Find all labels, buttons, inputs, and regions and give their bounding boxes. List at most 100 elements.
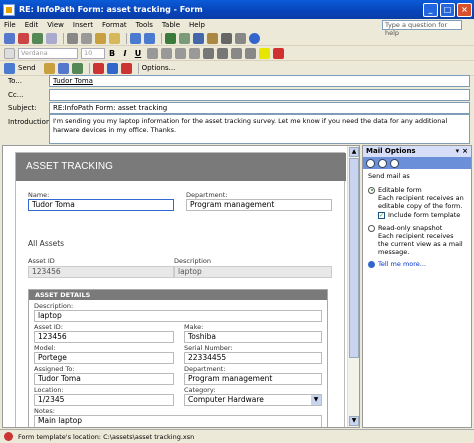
to-field[interactable]: Tudor Toma bbox=[49, 75, 470, 87]
assetid-field[interactable]: 123456 bbox=[34, 331, 174, 343]
location-field[interactable]: 1/2345 bbox=[34, 394, 174, 406]
category-select[interactable]: Computer Hardware ▼ bbox=[184, 394, 322, 406]
pane-title: Mail Options bbox=[366, 147, 416, 155]
back-icon[interactable] bbox=[366, 158, 375, 168]
cc-field[interactable] bbox=[49, 89, 470, 101]
scroll-up-icon[interactable]: ▲ bbox=[349, 147, 359, 157]
insert-table-icon[interactable] bbox=[165, 32, 176, 44]
category-value: Computer Hardware bbox=[188, 395, 264, 404]
attach-icon[interactable] bbox=[43, 62, 55, 74]
increase-indent-icon[interactable] bbox=[245, 47, 256, 59]
options-button[interactable]: Options... bbox=[142, 64, 176, 72]
font-color-icon[interactable] bbox=[273, 47, 284, 59]
maximize-button[interactable]: □ bbox=[440, 2, 455, 17]
asset-details-section: ASSET DETAILS Description: laptop Asset … bbox=[28, 289, 328, 427]
align-left-icon[interactable] bbox=[147, 47, 158, 59]
importance-high-icon[interactable] bbox=[92, 62, 104, 74]
menu-help[interactable]: Help bbox=[189, 21, 205, 29]
task-pane-icon[interactable] bbox=[221, 32, 232, 44]
cut-icon[interactable] bbox=[67, 32, 78, 44]
help-icon[interactable] bbox=[249, 32, 260, 44]
row-asset-id[interactable]: 123456 bbox=[28, 266, 174, 278]
editable-form-option[interactable]: Editable form bbox=[368, 186, 466, 194]
format-painter-icon[interactable] bbox=[109, 32, 120, 44]
bold-button[interactable]: B bbox=[108, 49, 116, 58]
model-field[interactable]: Portege bbox=[34, 352, 174, 364]
tell-more-link[interactable]: Tell me more... bbox=[378, 260, 426, 268]
menu-view[interactable]: View bbox=[47, 21, 64, 29]
menu-table[interactable]: Table bbox=[162, 21, 180, 29]
send-icon[interactable] bbox=[4, 62, 15, 74]
style-icon[interactable] bbox=[4, 47, 15, 59]
save-icon[interactable] bbox=[4, 32, 15, 44]
dept2-field[interactable]: Program management bbox=[184, 373, 322, 385]
insert-picture-icon[interactable] bbox=[179, 32, 190, 44]
menu-insert[interactable]: Insert bbox=[73, 21, 93, 29]
underline-button[interactable]: U bbox=[134, 49, 142, 58]
close-button[interactable]: × bbox=[457, 2, 472, 17]
scroll-down-icon[interactable]: ▼ bbox=[349, 416, 359, 426]
menu-edit[interactable]: Edit bbox=[25, 21, 39, 29]
pane-nav bbox=[363, 157, 471, 169]
introduction-field[interactable]: I'm sending you my laptop information fo… bbox=[49, 114, 470, 144]
cc-button[interactable]: Cc... bbox=[0, 91, 50, 99]
vertical-scrollbar[interactable]: ▲ ▼ bbox=[347, 146, 359, 427]
redo-icon[interactable] bbox=[144, 32, 155, 44]
font-select[interactable]: Verdana bbox=[18, 47, 78, 59]
numbering-icon[interactable] bbox=[203, 47, 214, 59]
notes-field[interactable]: Main laptop bbox=[34, 415, 322, 427]
introduction-label: Introduction: bbox=[8, 118, 53, 126]
pane-close-icon[interactable]: × bbox=[462, 146, 468, 157]
tell-more-row: Tell me more... bbox=[368, 260, 466, 268]
check-names-icon[interactable] bbox=[71, 62, 83, 74]
serial-field[interactable]: 22334455 bbox=[184, 352, 322, 364]
font-size-select[interactable]: 10 bbox=[81, 47, 105, 59]
minimize-button[interactable]: _ bbox=[423, 2, 438, 17]
find-icon[interactable] bbox=[235, 32, 246, 44]
to-recipient[interactable]: Tudor Toma bbox=[53, 77, 93, 85]
scroll-thumb[interactable] bbox=[349, 158, 359, 358]
forward-icon[interactable] bbox=[378, 158, 387, 168]
align-center-icon[interactable] bbox=[161, 47, 172, 59]
importance-low-icon[interactable] bbox=[106, 62, 118, 74]
help-search-input[interactable]: Type a question for help bbox=[382, 20, 462, 37]
align-right-icon[interactable] bbox=[175, 47, 186, 59]
send-button[interactable]: Send bbox=[18, 64, 36, 72]
form-page: ASSET TRACKING Name: Tudor Toma Departme… bbox=[15, 152, 346, 427]
flag-icon[interactable] bbox=[120, 62, 132, 74]
editable-radio[interactable] bbox=[368, 186, 375, 194]
include-template-checkbox[interactable]: ✓ bbox=[378, 211, 385, 219]
readonly-radio[interactable] bbox=[368, 224, 375, 232]
paste-icon[interactable] bbox=[95, 32, 106, 44]
print-icon[interactable] bbox=[32, 32, 43, 44]
department-field[interactable]: Program management bbox=[186, 199, 332, 211]
menu-file[interactable]: File bbox=[4, 21, 16, 29]
menu-format[interactable]: Format bbox=[102, 21, 127, 29]
menu-tools[interactable]: Tools bbox=[136, 21, 153, 29]
chevron-down-icon[interactable]: ▼ bbox=[311, 395, 321, 405]
all-assets-heading: All Assets bbox=[28, 239, 65, 248]
justify-icon[interactable] bbox=[189, 47, 200, 59]
make-field[interactable]: Toshiba bbox=[184, 331, 322, 343]
italic-button[interactable]: I bbox=[121, 49, 129, 58]
bullets-icon[interactable] bbox=[217, 47, 228, 59]
permission-icon[interactable] bbox=[18, 32, 29, 44]
name-field[interactable]: Tudor Toma bbox=[28, 199, 174, 211]
undo-icon[interactable] bbox=[130, 32, 141, 44]
spelling-icon[interactable] bbox=[207, 32, 218, 44]
to-button[interactable]: To... bbox=[0, 77, 50, 85]
copy-icon[interactable] bbox=[81, 32, 92, 44]
preview-icon[interactable] bbox=[46, 32, 57, 44]
description-field[interactable]: laptop bbox=[34, 310, 322, 322]
pane-menu-icon[interactable]: ▾ bbox=[456, 146, 460, 157]
assigned-field[interactable]: Tudor Toma bbox=[34, 373, 174, 385]
decrease-indent-icon[interactable] bbox=[231, 47, 242, 59]
include-template-option[interactable]: ✓ Include form template bbox=[368, 211, 466, 219]
row-description[interactable]: laptop bbox=[174, 266, 332, 278]
readonly-option[interactable]: Read-only snapshot bbox=[368, 224, 466, 232]
subject-field[interactable]: RE:InfoPath Form: asset tracking bbox=[49, 102, 470, 114]
highlight-icon[interactable] bbox=[259, 47, 270, 59]
address-book-icon[interactable] bbox=[57, 62, 69, 74]
home-icon[interactable] bbox=[390, 158, 399, 168]
hyperlink-icon[interactable] bbox=[193, 32, 204, 44]
